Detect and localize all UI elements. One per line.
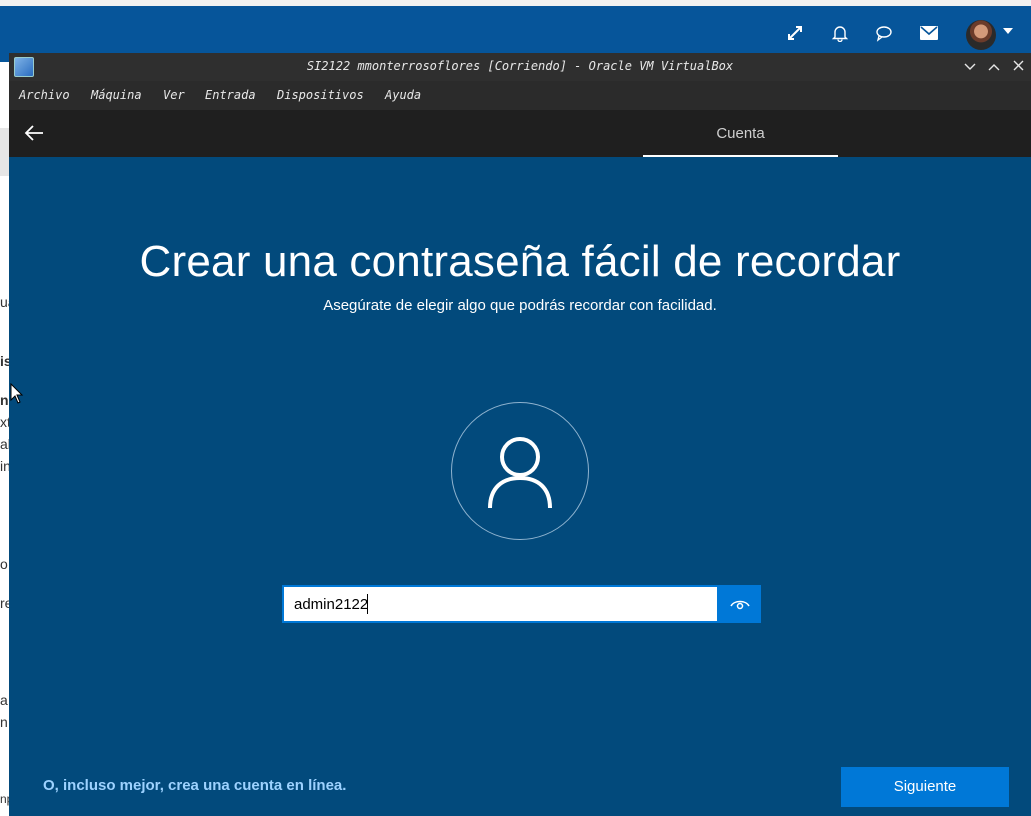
close-icon[interactable] <box>1008 57 1028 77</box>
host-text-fragment: re <box>0 595 9 611</box>
oobe-header: Cuenta <box>9 110 1031 157</box>
host-text-fragment: o <box>0 556 8 572</box>
menu-dispositivos[interactable]: Dispositivos <box>277 88 364 102</box>
account-avatar-circle <box>451 402 589 540</box>
host-text-fragment: a <box>0 692 8 708</box>
create-online-account-link[interactable]: O, incluso mejor, crea una cuenta en lín… <box>43 777 346 794</box>
host-text-fragment: ua <box>0 294 9 310</box>
host-text-fragment: n <box>0 714 8 730</box>
minimize-icon[interactable] <box>960 57 980 77</box>
menu-ayuda[interactable]: Ayuda <box>385 88 421 102</box>
host-text-fragment: n <box>0 392 9 408</box>
page-subtitle: Asegúrate de elegir algo que podrás reco… <box>323 297 717 314</box>
expand-icon[interactable] <box>784 22 806 44</box>
menu-maquina[interactable]: Máquina <box>91 88 142 102</box>
password-input[interactable] <box>282 585 719 623</box>
bell-icon[interactable] <box>829 22 851 44</box>
avatar-menu-caret-icon[interactable] <box>1003 28 1013 34</box>
host-text-fragment: al <box>0 436 9 452</box>
mouse-cursor-icon <box>10 383 24 404</box>
virtualbox-window: SI2122 mmonterrosoflores [Corriendo] - O… <box>9 53 1031 816</box>
menu-entrada[interactable]: Entrada <box>205 88 256 102</box>
window-titlebar[interactable]: SI2122 mmonterrosoflores [Corriendo] - O… <box>9 53 1031 81</box>
host-text-fragment: np <box>0 792 9 806</box>
maximize-icon[interactable] <box>984 57 1004 77</box>
menu-ver[interactable]: Ver <box>163 88 185 102</box>
host-page-gray-block <box>0 128 9 176</box>
host-text-fragment: is <box>0 353 9 369</box>
menu-archivo[interactable]: Archivo <box>19 88 70 102</box>
tab-cuenta[interactable]: Cuenta <box>643 110 838 157</box>
oobe-content: Crear una contraseña fácil de recordar A… <box>9 157 1031 816</box>
next-button[interactable]: Siguiente <box>841 767 1009 807</box>
window-title: SI2122 mmonterrosoflores [Corriendo] - O… <box>306 59 734 73</box>
user-avatar[interactable] <box>966 20 996 50</box>
user-icon <box>488 437 552 508</box>
chat-bubble-icon[interactable] <box>873 22 895 44</box>
page-title: Crear una contraseña fácil de recordar <box>139 237 901 286</box>
back-arrow-icon[interactable] <box>23 122 45 144</box>
eye-icon <box>729 600 750 610</box>
mail-icon[interactable] <box>918 22 940 44</box>
menu-bar: Archivo Máquina Ver Entrada Dispositivos… <box>9 81 1031 110</box>
host-page-edge: ua is n xtu al in o re a n np <box>0 62 9 816</box>
host-text-fragment: xtu <box>0 414 9 430</box>
reveal-password-button[interactable] <box>718 585 761 623</box>
host-text-fragment: in <box>0 458 9 474</box>
text-cursor <box>367 594 368 614</box>
